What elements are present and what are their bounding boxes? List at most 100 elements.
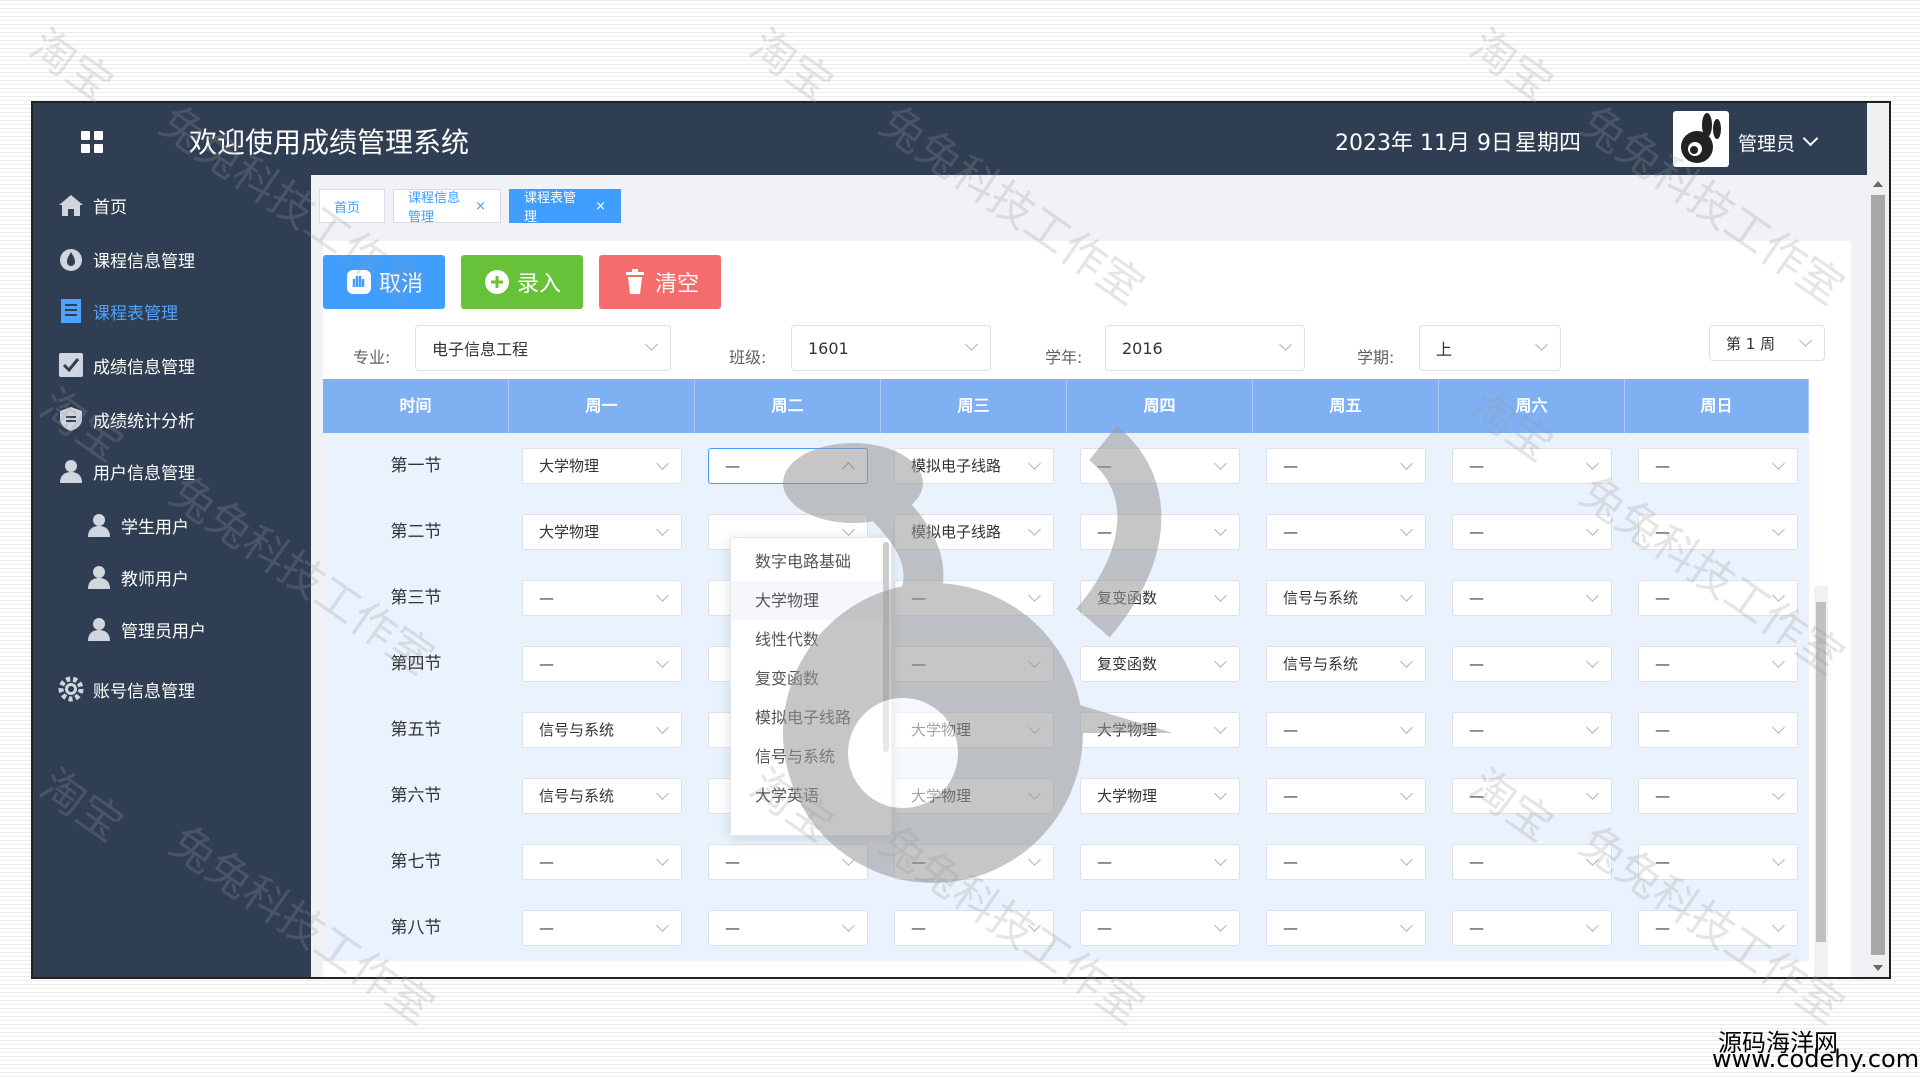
sidebar-item-course-info[interactable]: 课程信息管理 (33, 235, 311, 283)
class-select[interactable]: 1601 (791, 325, 991, 371)
chevron-down-icon[interactable] (1802, 130, 1819, 147)
course-select[interactable]: — (1266, 778, 1426, 814)
course-select[interactable]: — (1452, 514, 1612, 550)
course-dropdown[interactable]: 数字电路基础 大学物理 线性代数 复变函数 模拟电子线路 信号与系统 大学英语 (730, 537, 892, 836)
course-select[interactable]: 信号与系统 (1266, 646, 1426, 682)
course-select[interactable]: 大学物理 (894, 712, 1054, 748)
table-scrollbar-thumb[interactable] (1816, 602, 1826, 942)
sidebar-item-schedule[interactable]: 课程表管理 (33, 287, 311, 335)
avatar[interactable] (1673, 111, 1729, 167)
course-select[interactable]: — (1080, 514, 1240, 550)
course-select[interactable]: — (894, 580, 1054, 616)
dropdown-option[interactable]: 模拟电子线路 (731, 698, 891, 737)
sidebar-item-admin-users[interactable]: 管理员用户 (33, 605, 311, 653)
course-select[interactable]: — (522, 910, 682, 946)
dropdown-option[interactable]: 大学物理 (731, 581, 891, 620)
course-select[interactable]: 模拟电子线路 (894, 448, 1054, 484)
course-select[interactable]: — (1638, 580, 1798, 616)
course-select[interactable]: — (1266, 514, 1426, 550)
course-select[interactable]: — (1638, 712, 1798, 748)
dropdown-option[interactable]: 数字电路基础 (731, 542, 891, 581)
course-select[interactable]: — (522, 844, 682, 880)
course-select[interactable]: — (708, 844, 868, 880)
sidebar-item-grade-stats[interactable]: 成绩统计分析 (33, 395, 311, 443)
course-select[interactable]: — (894, 646, 1054, 682)
dropdown-option[interactable]: 复变函数 (731, 659, 891, 698)
sidebar-item-user-info[interactable]: 用户信息管理 (33, 447, 311, 495)
sidebar-item-account-info[interactable]: 账号信息管理 (33, 665, 311, 713)
course-select[interactable]: 大学物理 (894, 778, 1054, 814)
chevron-down-icon (1214, 787, 1227, 800)
course-select[interactable]: — (1266, 910, 1426, 946)
course-select[interactable]: 大学物理 (522, 514, 682, 550)
course-select[interactable]: 大学物理 (1080, 712, 1240, 748)
course-select[interactable]: — (708, 448, 868, 484)
course-select[interactable]: — (1452, 580, 1612, 616)
dropdown-option[interactable]: 信号与系统 (731, 737, 891, 776)
course-select[interactable]: — (894, 910, 1054, 946)
course-select[interactable]: — (1080, 448, 1240, 484)
table-scrollbar[interactable] (1814, 586, 1828, 977)
course-select[interactable]: 大学物理 (522, 448, 682, 484)
dropdown-option[interactable]: 线性代数 (731, 620, 891, 659)
clear-button[interactable]: 清空 (599, 255, 721, 309)
course-select[interactable]: 信号与系统 (522, 712, 682, 748)
week-select[interactable]: 第 1 周 (1709, 325, 1825, 361)
course-select[interactable]: — (1638, 646, 1798, 682)
course-select[interactable]: — (1638, 778, 1798, 814)
sidebar-item-label: 课程信息管理 (93, 251, 195, 272)
sidebar-item-student-users[interactable]: 学生用户 (33, 501, 311, 549)
dropdown-scrollbar[interactable] (883, 542, 889, 752)
sidebar-item-home[interactable]: 首页 (33, 181, 311, 229)
chevron-down-icon (1772, 655, 1785, 668)
course-select-value: — (1655, 853, 1670, 871)
course-select[interactable]: — (1452, 646, 1612, 682)
course-select[interactable]: 信号与系统 (1266, 580, 1426, 616)
course-select[interactable]: — (1452, 910, 1612, 946)
course-select[interactable]: — (894, 844, 1054, 880)
term-select[interactable]: 上 (1419, 325, 1561, 371)
course-select[interactable]: — (708, 910, 868, 946)
course-select[interactable]: — (1452, 448, 1612, 484)
window-scrollbar[interactable] (1867, 175, 1889, 977)
close-icon[interactable]: × (475, 199, 486, 214)
course-select[interactable]: 模拟电子线路 (894, 514, 1054, 550)
course-select[interactable]: — (522, 580, 682, 616)
course-select-value: — (911, 853, 926, 871)
sidebar-item-grade-info[interactable]: 成绩信息管理 (33, 341, 311, 389)
course-select[interactable]: — (1452, 712, 1612, 748)
close-icon[interactable]: × (595, 199, 606, 214)
submit-button[interactable]: 录入 (461, 255, 583, 309)
chevron-down-icon (1028, 655, 1041, 668)
course-select[interactable]: — (1638, 514, 1798, 550)
course-select[interactable]: — (522, 646, 682, 682)
course-select[interactable]: — (1638, 448, 1798, 484)
scroll-up-icon[interactable] (1873, 181, 1883, 187)
cancel-button[interactable]: 取消 (323, 255, 445, 309)
window-scrollbar-thumb[interactable] (1871, 195, 1885, 955)
course-select[interactable]: — (1080, 844, 1240, 880)
course-select[interactable]: 信号与系统 (522, 778, 682, 814)
course-select[interactable]: 大学物理 (1080, 778, 1240, 814)
course-select[interactable]: — (1266, 448, 1426, 484)
course-select[interactable]: 复变函数 (1080, 580, 1240, 616)
tab-schedule[interactable]: 课程表管理 × (509, 189, 621, 225)
year-select[interactable]: 2016 (1105, 325, 1305, 371)
course-select[interactable]: — (1080, 910, 1240, 946)
user-name[interactable]: 管理员 (1738, 129, 1795, 156)
tab-course-info[interactable]: 课程信息管理 × (393, 189, 501, 225)
major-select[interactable]: 电子信息工程 (415, 325, 671, 371)
schedule-panel: 取消 录入 清空 专业: 电子信息工程 班级: 1601 学年: 2016 学期 (323, 241, 1851, 977)
tab-home[interactable]: 首页 (319, 189, 385, 223)
dropdown-option[interactable]: 大学英语 (731, 776, 891, 815)
course-select[interactable]: — (1638, 844, 1798, 880)
menu-grid-icon[interactable] (81, 131, 103, 153)
course-select[interactable]: — (1638, 910, 1798, 946)
scroll-down-icon[interactable] (1873, 965, 1883, 971)
sidebar-item-teacher-users[interactable]: 教师用户 (33, 553, 311, 601)
course-select[interactable]: 复变函数 (1080, 646, 1240, 682)
course-select[interactable]: — (1266, 844, 1426, 880)
course-select[interactable]: — (1452, 778, 1612, 814)
course-select[interactable]: — (1266, 712, 1426, 748)
course-select[interactable]: — (1452, 844, 1612, 880)
